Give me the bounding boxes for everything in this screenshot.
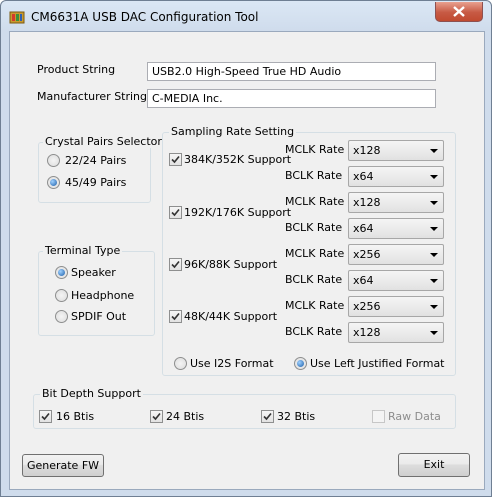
headphone-label[interactable]: Headphone — [71, 289, 134, 302]
sr-192k-bclk-label: BCLK Rate — [285, 221, 343, 234]
terminal-type-title: Terminal Type — [43, 244, 123, 257]
sr-48k-label[interactable]: 48K/44K Support — [184, 310, 277, 323]
crystal-pairs-title: Crystal Pairs Selector — [43, 135, 164, 148]
i2s-format-label[interactable]: Use I2S Format — [190, 357, 274, 370]
sr-384k-checkbox[interactable] — [169, 153, 182, 166]
dropdown-arrow-icon — [430, 227, 438, 231]
title-bar[interactable]: CM6631A USB DAC Configuration Tool — [1, 1, 491, 31]
sr-48k-checkbox[interactable] — [169, 310, 182, 323]
sr-96k-bclk-label: BCLK Rate — [285, 273, 343, 286]
spdif-out-label[interactable]: SPDIF Out — [71, 310, 126, 323]
checkmark-icon — [152, 412, 161, 421]
left-justified-label[interactable]: Use Left Justified Format — [310, 357, 445, 370]
sr-48k-mclk-label: MCLK Rate — [285, 299, 345, 312]
app-window: CM6631A USB DAC Configuration Tool Produ… — [0, 0, 492, 497]
24-bits-label[interactable]: 24 Btis — [166, 410, 204, 423]
sr-192k-mclk-label: MCLK Rate — [285, 195, 345, 208]
i2s-format-radio[interactable] — [174, 357, 187, 370]
sr-96k-bclk-select[interactable]: x64 — [348, 270, 444, 291]
sr-96k-label[interactable]: 96K/88K Support — [184, 258, 277, 271]
dropdown-arrow-icon — [430, 279, 438, 283]
sr-48k-mclk-select[interactable]: x256 — [348, 296, 444, 317]
sr-48k-bclk-select[interactable]: x128 — [348, 322, 444, 343]
sr-192k-label[interactable]: 192K/176K Support — [184, 206, 291, 219]
raw-data-checkbox[interactable] — [372, 410, 385, 423]
crystal-45-49-label[interactable]: 45/49 Pairs — [65, 176, 126, 189]
sr-48k-bclk-label: BCLK Rate — [285, 325, 343, 338]
crystal-22-24-radio[interactable] — [47, 154, 60, 167]
checkmark-icon — [171, 312, 180, 321]
manufacturer-string-label: Manufacturer String — [37, 90, 148, 103]
sr-192k-mclk-select[interactable]: x128 — [348, 192, 444, 213]
generate-fw-button[interactable]: Generate FW — [22, 454, 104, 477]
checkmark-icon — [263, 412, 272, 421]
speaker-radio[interactable] — [55, 266, 68, 279]
checkmark-icon — [171, 155, 180, 164]
product-string-label: Product String — [37, 63, 116, 76]
sr-384k-bclk-label: BCLK Rate — [285, 169, 343, 182]
dropdown-arrow-icon — [430, 149, 438, 153]
16-bits-checkbox[interactable] — [39, 410, 52, 423]
sampling-rate-title: Sampling Rate Setting — [169, 125, 297, 138]
dropdown-arrow-icon — [430, 305, 438, 309]
32-bits-checkbox[interactable] — [261, 410, 274, 423]
sr-384k-bclk-select[interactable]: x64 — [348, 166, 444, 187]
crystal-22-24-label[interactable]: 22/24 Pairs — [65, 154, 126, 167]
spdif-out-radio[interactable] — [55, 310, 68, 323]
dropdown-arrow-icon — [430, 175, 438, 179]
checkmark-icon — [171, 260, 180, 269]
sr-96k-mclk-label: MCLK Rate — [285, 247, 345, 260]
dropdown-arrow-icon — [430, 253, 438, 257]
checkmark-icon — [41, 412, 50, 421]
left-justified-radio[interactable] — [294, 357, 307, 370]
sr-192k-checkbox[interactable] — [169, 206, 182, 219]
checkmark-icon — [171, 208, 180, 217]
product-string-input[interactable]: USB2.0 High-Speed True HD Audio — [147, 62, 436, 81]
manufacturer-string-input[interactable]: C-MEDIA Inc. — [147, 89, 436, 108]
app-logo-icon — [9, 9, 25, 25]
dropdown-arrow-icon — [430, 201, 438, 205]
sr-384k-mclk-select[interactable]: x128 — [348, 140, 444, 161]
headphone-radio[interactable] — [55, 289, 68, 302]
32-bits-label[interactable]: 32 Btis — [277, 410, 315, 423]
client-area: Product String USB2.0 High-Speed True HD… — [9, 31, 485, 490]
16-bits-label[interactable]: 16 Btis — [56, 410, 94, 423]
crystal-pairs-group — [38, 142, 151, 203]
crystal-45-49-radio[interactable] — [47, 176, 60, 189]
dropdown-arrow-icon — [430, 331, 438, 335]
close-icon — [453, 6, 465, 17]
speaker-label[interactable]: Speaker — [71, 266, 116, 279]
exit-button[interactable]: Exit — [398, 453, 470, 477]
sr-96k-mclk-select[interactable]: x256 — [348, 244, 444, 265]
sr-192k-bclk-select[interactable]: x64 — [348, 218, 444, 239]
sr-96k-checkbox[interactable] — [169, 258, 182, 271]
sr-384k-label[interactable]: 384K/352K Support — [184, 153, 291, 166]
sr-384k-mclk-label: MCLK Rate — [285, 143, 345, 156]
close-button[interactable] — [435, 2, 483, 22]
24-bits-checkbox[interactable] — [150, 410, 163, 423]
window-title: CM6631A USB DAC Configuration Tool — [31, 10, 259, 24]
raw-data-label[interactable]: Raw Data — [388, 410, 441, 423]
bit-depth-title: Bit Depth Support — [40, 387, 143, 400]
